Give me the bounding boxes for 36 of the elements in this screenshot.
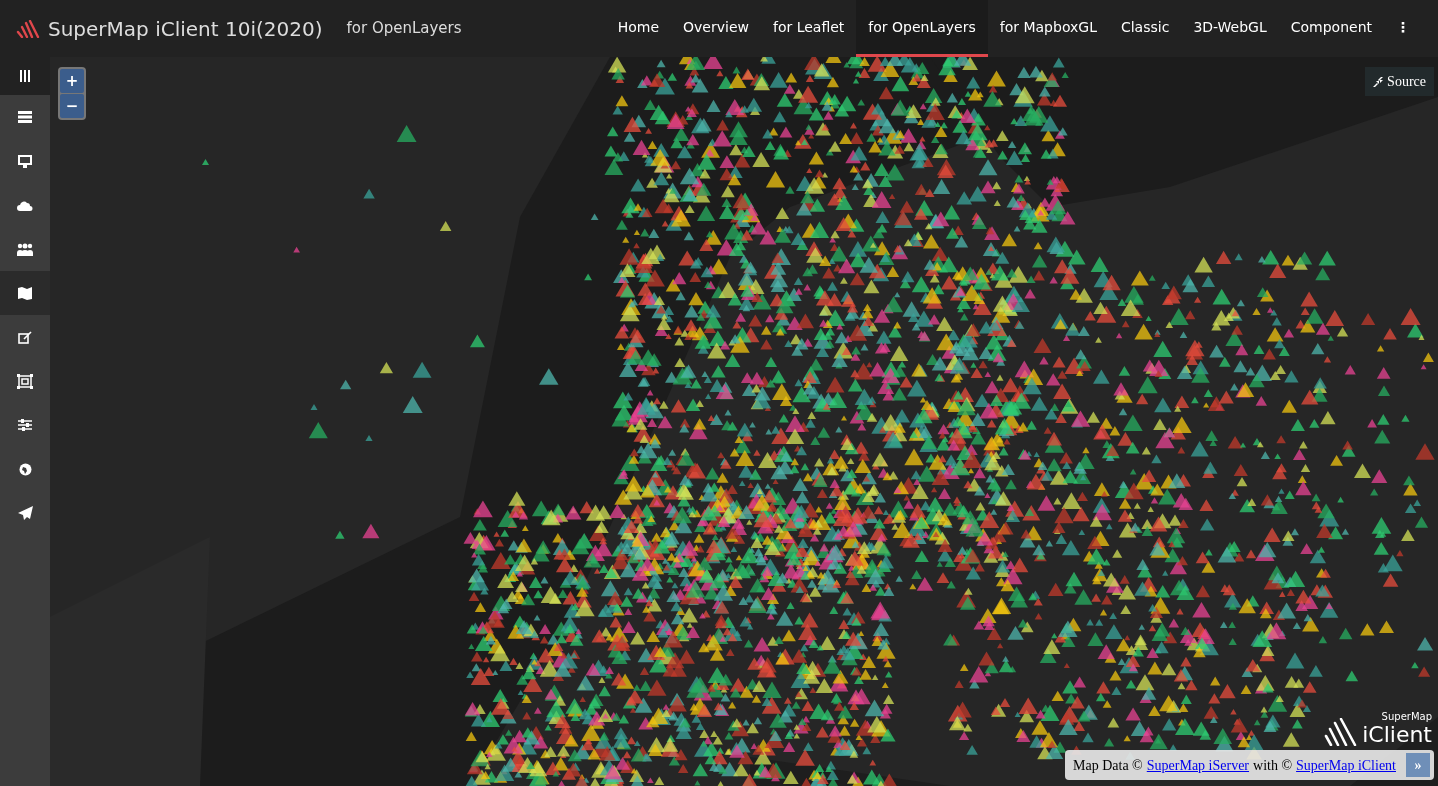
list-icon: [18, 111, 32, 123]
attribution-link[interactable]: SuperMap iClient: [1296, 754, 1396, 776]
sidebar-toggle[interactable]: [0, 57, 50, 95]
app-title: SuperMap iClient 10i(2020): [48, 15, 323, 43]
nav-tab[interactable]: 3D-WebGL: [1181, 0, 1279, 57]
source-button[interactable]: Source: [1365, 67, 1434, 96]
edit-icon: [18, 330, 32, 344]
attribution-text: with ©: [1253, 756, 1293, 775]
columns-icon: [19, 70, 31, 82]
map-icon: [18, 286, 32, 300]
nav-tab[interactable]: Overview: [671, 0, 761, 57]
cloud-icon: [17, 199, 33, 211]
selection-icon: [17, 373, 33, 389]
nav-tab[interactable]: Home: [605, 0, 672, 57]
sidebar-item[interactable]: [0, 271, 50, 315]
attribution-link[interactable]: SuperMap iServer: [1146, 754, 1250, 776]
brand-logo-icon: [1324, 718, 1359, 746]
nav-tab[interactable]: for MapboxGL: [987, 0, 1109, 57]
attribution-text: Map Data ©: [1073, 756, 1143, 775]
logo-text: iClient: [1362, 724, 1432, 746]
compress-icon: [1373, 76, 1384, 87]
zoom-out-button[interactable]: −: [60, 94, 84, 118]
sliders-icon: [18, 419, 32, 431]
logo-text: SuperMap: [1380, 710, 1432, 724]
people-icon: [17, 242, 33, 256]
logo-icon: [16, 19, 40, 38]
globe-icon: [18, 462, 32, 476]
nav-tab[interactable]: Classic: [1108, 0, 1182, 57]
app-subtitle: for OpenLayers: [346, 18, 462, 40]
nav-tab[interactable]: for OpenLayers: [856, 0, 988, 57]
more-menu-button[interactable]: ⋮: [1384, 0, 1422, 57]
monitor-icon: [18, 154, 32, 168]
nav-tab[interactable]: for Leaflet: [760, 0, 857, 57]
paper-plane-icon: [17, 506, 33, 520]
nav-tab[interactable]: Component: [1278, 0, 1384, 57]
zoom-in-button[interactable]: +: [60, 69, 84, 93]
